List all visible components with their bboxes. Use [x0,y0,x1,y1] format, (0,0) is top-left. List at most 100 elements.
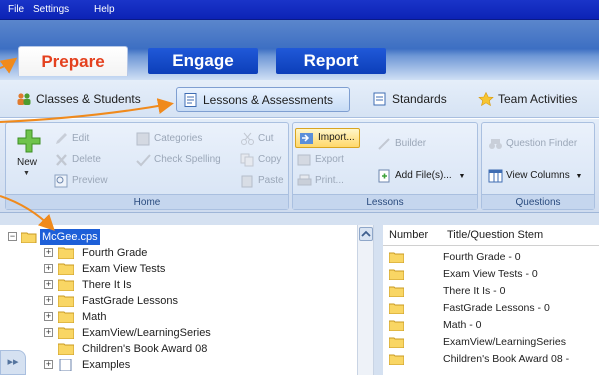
expand-icon[interactable]: + [44,312,53,321]
subtab-classes-students[interactable]: Classes & Students [12,87,162,112]
folder-icon [389,252,404,263]
tab-prepare[interactable]: Prepare [18,46,128,76]
row-title: Math - 0 [443,319,482,331]
row-title: There It Is - 0 [443,285,506,297]
import-label: Import... [318,132,355,143]
folder-icon [58,263,74,275]
tab-report[interactable]: Report [276,48,386,74]
folder-open-icon [21,232,37,243]
folder-icon [58,247,74,259]
wand-icon [378,138,390,150]
subtab-team-activities[interactable]: Team Activities [474,87,598,112]
import-button[interactable]: Import... [295,128,360,148]
expand-icon[interactable]: + [44,296,53,305]
ribbon-group-lessons: Import... Export Print... Builder Add Fi… [292,122,478,210]
folder-icon [58,327,74,339]
question-finder-label: Question Finder [506,138,578,149]
row-title: FastGrade Lessons - 0 [443,302,550,314]
header-divider [383,245,599,246]
folder-icon [58,311,74,323]
tree-root[interactable]: − McGee.cps [8,229,208,245]
ribbon-group-home: New ▼ Edit Delete Preview Categories Che… [5,122,289,210]
tree-item-label: There It Is [82,279,132,291]
folder-icon [389,286,404,297]
ribbon-toolbar: New ▼ Edit Delete Preview Categories Che… [0,119,599,213]
binoculars-icon [489,139,502,149]
question-finder-button[interactable]: Question Finder [488,137,577,151]
new-button[interactable]: New ▼ [11,129,47,189]
delete-icon [56,154,67,166]
column-header-title[interactable]: Title/Question Stem [447,229,543,241]
menu-bar: File Settings Help [0,0,599,20]
tree-item-label: Fourth Grade [82,247,148,259]
tree-item-label: Children's Book Award 08 [82,343,208,355]
copy-icon [240,153,254,167]
main-tab-row: Prepare Engage Report [0,20,599,80]
subtab-team-label: Team Activities [498,92,578,106]
print-label: Print... [315,175,344,186]
tree-scrollbar[interactable] [357,225,374,375]
plus-icon [17,129,41,153]
group-label-home: Home [6,194,288,209]
scissors-icon [241,132,254,145]
add-files-label: Add File(s)... [395,170,452,181]
folder-tree[interactable]: − McGee.cps + Fourth Grade + Exam View T… [0,225,357,375]
tree-item-label: FastGrade Lessons [82,295,178,307]
row-title: Fourth Grade - 0 [443,251,521,263]
subtab-classes-label: Classes & Students [36,92,141,106]
people-icon [17,93,31,105]
chevron-down-icon: ▼ [458,173,466,180]
printer-icon [297,174,312,186]
copy-button[interactable]: Copy [240,153,281,167]
paste-button[interactable]: Paste [240,174,284,188]
menu-help[interactable]: Help [94,4,115,15]
row-title: Children's Book Award 08 - [443,353,570,365]
delete-button[interactable]: Delete [54,153,101,167]
menu-settings[interactable]: Settings [33,4,69,15]
expand-icon[interactable]: + [44,264,53,273]
collapse-icon[interactable]: − [8,232,17,241]
folder-icon [389,269,404,280]
columns-icon [488,169,503,183]
paste-icon [241,175,253,188]
check-spelling-label: Check Spelling [154,154,221,165]
expand-icon[interactable]: + [44,360,53,369]
cut-label: Cut [258,133,274,144]
view-columns-label: View Columns [506,170,570,181]
export-button[interactable]: Export [297,153,344,167]
expand-icon[interactable]: + [44,248,53,257]
spellcheck-icon [136,154,151,167]
tab-engage[interactable]: Engage [148,48,258,74]
subtab-standards[interactable]: Standards [368,87,468,112]
print-button[interactable]: Print... [297,174,344,188]
menu-file[interactable]: File [8,4,24,15]
standards-icon [373,92,386,106]
folder-icon [58,343,74,355]
pane-gap-right [383,213,599,225]
tree-item-label: ExamView/LearningSeries [82,327,211,339]
subtab-lessons-assessments[interactable]: Lessons & Assessments [176,87,350,112]
preview-button[interactable]: Preview [54,174,108,188]
view-columns-button[interactable]: View Columns ▼ [488,169,582,184]
categories-icon [136,132,150,146]
cut-button[interactable]: Cut [240,132,274,146]
categories-button[interactable]: Categories [136,132,202,146]
delete-label: Delete [72,154,101,165]
edit-label: Edit [72,133,90,144]
expand-panel-icon[interactable]: ▸▸ [0,350,26,375]
builder-button[interactable]: Builder [377,137,426,151]
edit-button[interactable]: Edit [54,132,89,146]
check-spelling-button[interactable]: Check Spelling [136,153,221,167]
pane-gap-left [0,213,374,225]
expand-icon[interactable]: + [44,328,53,337]
add-files-button[interactable]: Add File(s)... ▼ [377,169,465,184]
copy-label: Copy [258,154,282,165]
expand-icon[interactable]: + [44,280,53,289]
scroll-up-button[interactable] [359,227,373,241]
chevron-up-icon [361,230,371,237]
column-header-number[interactable]: Number [389,229,428,241]
group-label-lessons: Lessons [293,194,477,209]
folder-icon [58,279,74,291]
builder-label: Builder [395,138,427,149]
pane-splitter[interactable] [374,213,383,375]
